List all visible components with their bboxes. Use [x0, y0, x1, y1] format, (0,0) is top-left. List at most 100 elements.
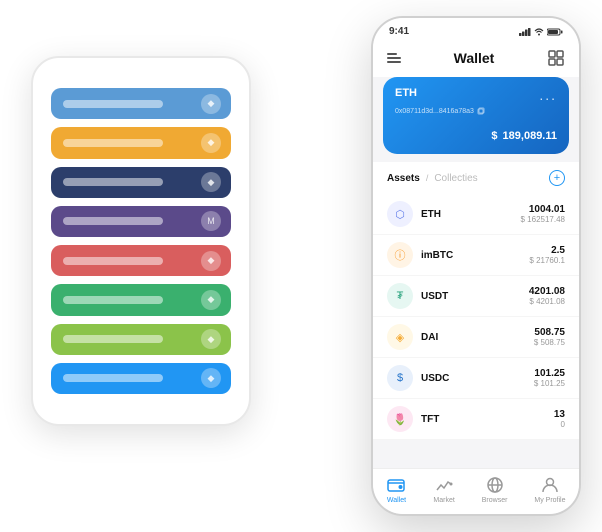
wifi-icon	[534, 28, 544, 36]
bottom-nav: Wallet Market Browser My Profile	[373, 468, 579, 514]
asset-values: 101.25 $ 101.25	[534, 368, 565, 388]
card-label	[63, 374, 163, 382]
asset-values: 2.5 $ 21760.1	[529, 245, 565, 265]
asset-amount: 508.75	[534, 327, 565, 338]
expand-button[interactable]	[547, 49, 565, 67]
wallet-card-row[interactable]: ◆	[51, 88, 231, 119]
tab-separator: /	[426, 173, 429, 183]
asset-item[interactable]: 🌷 TFT 13 0	[373, 399, 579, 440]
eth-balance: $ 189,089.11	[395, 123, 557, 144]
app-header: Wallet	[373, 41, 579, 77]
asset-item[interactable]: ⓘ imBTC 2.5 $ 21760.1	[373, 235, 579, 276]
asset-icon: 🌷	[387, 406, 413, 432]
expand-icon	[548, 50, 564, 66]
card-label	[63, 257, 163, 265]
card-label	[63, 335, 163, 343]
eth-address: 0x08711d3d...8416a78a3	[395, 107, 557, 115]
asset-list: ⬡ ETH 1004.01 $ 162517.48 ⓘ imBTC 2.5 $ …	[373, 194, 579, 440]
eth-card-label: ETH	[395, 87, 417, 99]
eth-card[interactable]: ETH ... 0x08711d3d...8416a78a3 $ 189,089…	[383, 77, 569, 154]
wallet-card-row[interactable]: ◆	[51, 245, 231, 276]
asset-amount: 4201.08	[529, 286, 565, 297]
asset-usd: $ 21760.1	[529, 256, 565, 265]
front-phone: 9:41	[371, 16, 581, 516]
asset-values: 508.75 $ 508.75	[534, 327, 565, 347]
asset-name: DAI	[421, 332, 526, 343]
nav-item-browser[interactable]: Browser	[482, 475, 508, 504]
asset-item[interactable]: ₮ USDT 4201.08 $ 4201.08	[373, 276, 579, 317]
asset-info: imBTC	[421, 250, 521, 261]
asset-info: DAI	[421, 332, 526, 343]
asset-item[interactable]: ◈ DAI 508.75 $ 508.75	[373, 317, 579, 358]
browser-icon	[485, 475, 505, 495]
asset-name: USDT	[421, 291, 521, 302]
card-icon: ◆	[201, 94, 221, 114]
nav-item-my-profile[interactable]: My Profile	[534, 475, 565, 504]
assets-header: Assets / Collecties +	[373, 162, 579, 194]
asset-icon: ₮	[387, 283, 413, 309]
card-icon: ◆	[201, 172, 221, 192]
asset-usd: $ 4201.08	[529, 297, 565, 306]
tab-collecties[interactable]: Collecties	[434, 173, 477, 184]
asset-name: imBTC	[421, 250, 521, 261]
wallet-card-row[interactable]: ◆	[51, 167, 231, 198]
status-bar: 9:41	[373, 18, 579, 41]
asset-usd: 0	[554, 420, 565, 429]
asset-values: 1004.01 $ 162517.48	[521, 204, 566, 224]
asset-icon: ◈	[387, 324, 413, 350]
nav-label-browser: Browser	[482, 497, 508, 504]
asset-icon: $	[387, 365, 413, 391]
signal-icon	[519, 28, 531, 36]
asset-info: TFT	[421, 414, 546, 425]
card-label	[63, 296, 163, 304]
asset-amount: 2.5	[529, 245, 565, 256]
wallet-card-row[interactable]: M	[51, 206, 231, 237]
wallet-card-row[interactable]: ◆	[51, 324, 231, 355]
card-label	[63, 100, 163, 108]
asset-amount: 101.25	[534, 368, 565, 379]
nav-label-wallet: Wallet	[387, 497, 406, 504]
eth-card-more[interactable]: ...	[539, 87, 557, 103]
menu-line	[387, 57, 401, 59]
asset-values: 13 0	[554, 409, 565, 429]
profile-icon	[540, 475, 560, 495]
asset-item[interactable]: $ USDC 101.25 $ 101.25	[373, 358, 579, 399]
card-icon: ◆	[201, 290, 221, 310]
eth-card-header: ETH ...	[395, 87, 557, 103]
card-label	[63, 139, 163, 147]
wallet-card-row[interactable]: ◆	[51, 127, 231, 158]
asset-amount: 1004.01	[521, 204, 566, 215]
wallet-title: Wallet	[454, 50, 495, 66]
battery-icon	[547, 28, 563, 36]
wallet-card-row[interactable]: ◆	[51, 284, 231, 315]
asset-amount: 13	[554, 409, 565, 420]
asset-name: USDC	[421, 373, 526, 384]
nav-label-market: Market	[433, 497, 454, 504]
card-label	[63, 178, 163, 186]
tab-assets[interactable]: Assets	[387, 173, 420, 184]
card-icon: ◆	[201, 368, 221, 388]
asset-item[interactable]: ⬡ ETH 1004.01 $ 162517.48	[373, 194, 579, 235]
status-time: 9:41	[389, 26, 409, 37]
asset-icon: ⓘ	[387, 242, 413, 268]
card-icon: ◆	[201, 133, 221, 153]
wallet-card-row[interactable]: ◆	[51, 363, 231, 394]
asset-info: USDT	[421, 291, 521, 302]
asset-name: ETH	[421, 209, 513, 220]
menu-button[interactable]	[387, 53, 401, 63]
market-icon	[434, 475, 454, 495]
asset-usd: $ 508.75	[534, 338, 565, 347]
add-asset-button[interactable]: +	[549, 170, 565, 186]
nav-item-market[interactable]: Market	[433, 475, 454, 504]
back-phone: ◆ ◆ ◆ M ◆ ◆ ◆ ◆	[31, 56, 251, 426]
wallet-icon	[386, 475, 406, 495]
card-label	[63, 217, 163, 225]
card-icon: M	[201, 211, 221, 231]
card-icon: ◆	[201, 251, 221, 271]
asset-values: 4201.08 $ 4201.08	[529, 286, 565, 306]
asset-usd: $ 162517.48	[521, 215, 566, 224]
card-icon: ◆	[201, 329, 221, 349]
nav-item-wallet[interactable]: Wallet	[386, 475, 406, 504]
asset-usd: $ 101.25	[534, 379, 565, 388]
assets-tabs: Assets / Collecties	[387, 173, 478, 184]
